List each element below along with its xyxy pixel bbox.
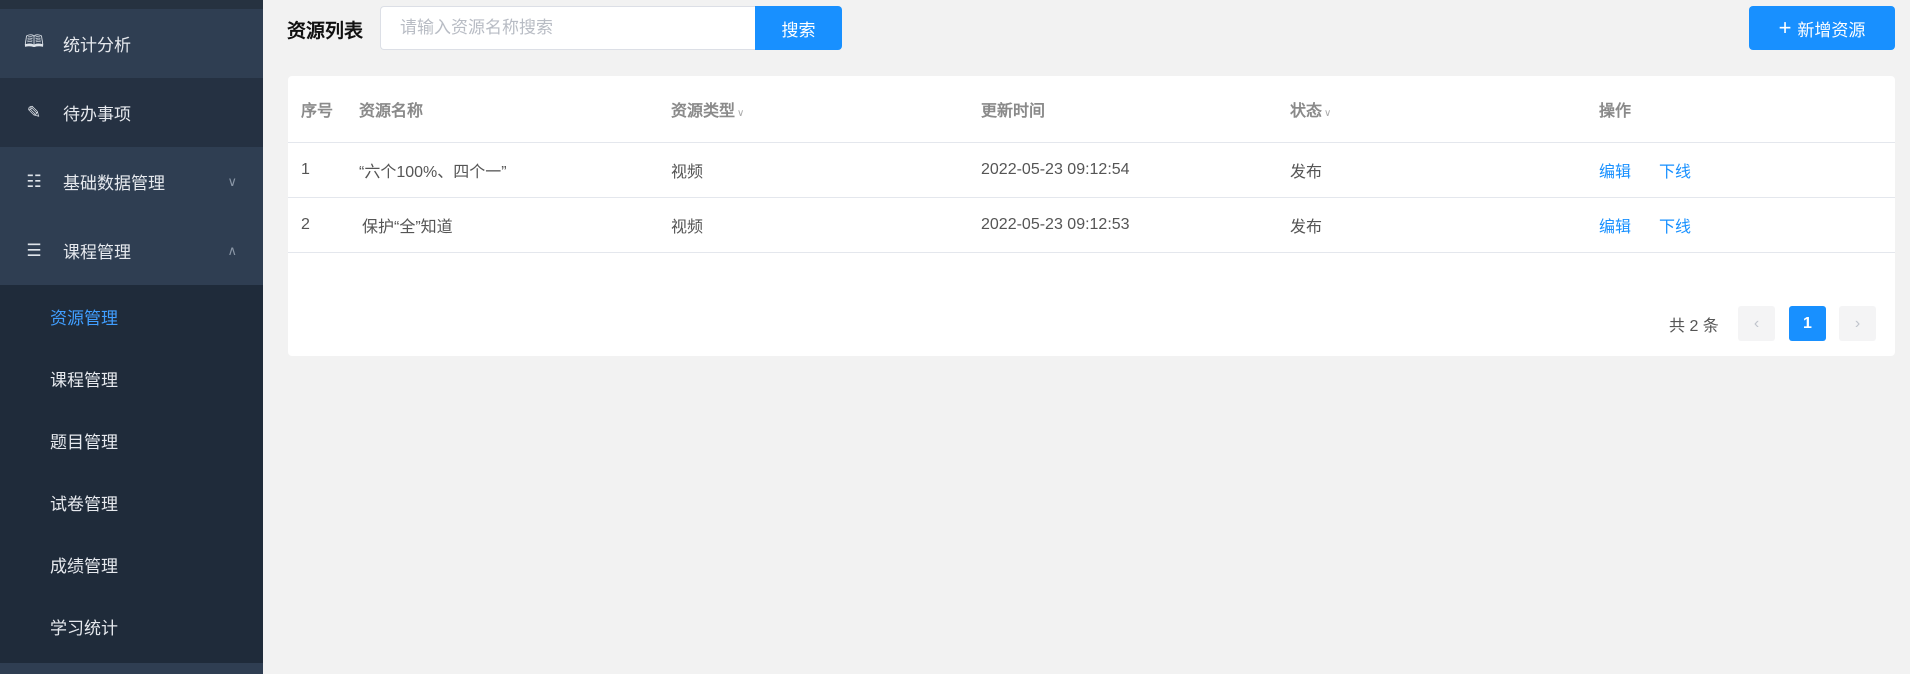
- menu-label: 课程管理: [63, 243, 131, 262]
- sitemap-icon: ☷: [26, 171, 42, 191]
- pagination-total: 共 2 条: [1669, 318, 1719, 335]
- menu-label: 统计分析: [63, 36, 131, 55]
- cell-status: 发布: [1290, 164, 1323, 181]
- cell-index: 1: [301, 161, 310, 178]
- cell-name: “六个100%、四个一”: [359, 164, 507, 181]
- page-title: 资源列表: [287, 21, 364, 42]
- document-edit-icon: ✎: [26, 102, 42, 122]
- add-resource-button[interactable]: + 新增资源: [1749, 6, 1895, 50]
- col-type-label: 资源类型: [671, 103, 736, 120]
- search-button[interactable]: 搜索: [755, 6, 842, 50]
- table-row: 2 保护“全”知道 视频 2022-05-23 09:12:53 发布 编辑 下…: [288, 198, 1895, 253]
- table-header: 序号 资源名称 资源类型 ∨ 更新时间 状态 ∨ 操作: [288, 76, 1895, 143]
- cell-index: 2: [301, 216, 310, 233]
- col-actions: 操作: [1599, 103, 1632, 120]
- chevron-up-icon: ∧: [227, 242, 237, 258]
- submenu-course[interactable]: 课程管理: [0, 347, 263, 409]
- menu-label: 待办事项: [63, 105, 131, 124]
- offline-link[interactable]: 下线: [1659, 158, 1691, 182]
- cell-type: 视频: [671, 164, 704, 181]
- submenu-question[interactable]: 题目管理: [0, 409, 263, 471]
- page-button-current[interactable]: 1: [1789, 306, 1826, 341]
- menu-item-todo[interactable]: ✎ 待办事项: [0, 78, 263, 147]
- chevron-down-icon: ∨: [737, 108, 745, 119]
- cell-status: 发布: [1290, 219, 1323, 236]
- next-page-button[interactable]: ›: [1839, 306, 1876, 341]
- chevron-down-icon: ∨: [1324, 108, 1332, 119]
- chevron-down-icon: ∨: [227, 173, 237, 189]
- cell-updated: 2022-05-23 09:12:53: [981, 216, 1130, 233]
- menu-item-course[interactable]: ☰ 课程管理 ∧: [0, 216, 263, 285]
- sidebar: 🕮︎ 统计分析 ✎ 待办事项 ☷ 基础数据管理 ∨ ☰ 课程管理 ∧ 资源管理 …: [0, 0, 263, 674]
- submenu-paper[interactable]: 试卷管理: [0, 471, 263, 533]
- offline-link[interactable]: 下线: [1659, 213, 1691, 237]
- menu-label: 基础数据管理: [63, 174, 165, 193]
- submenu-study-stats[interactable]: 学习统计: [0, 595, 263, 657]
- table-row: 1 “六个100%、四个一” 视频 2022-05-23 09:12:54 发布…: [288, 143, 1895, 198]
- resource-table-card: 序号 资源名称 资源类型 ∨ 更新时间 状态 ∨ 操作 1 “六个100%、四个一”…: [288, 76, 1895, 356]
- edit-link[interactable]: 编辑: [1599, 158, 1631, 182]
- submenu-score[interactable]: 成绩管理: [0, 533, 263, 595]
- sidebar-top-strip: [0, 0, 263, 9]
- plus-icon: +: [1778, 15, 1792, 40]
- cell-name: 保护“全”知道: [362, 219, 453, 236]
- sidebar-bottom-strip: [0, 663, 263, 674]
- menu-item-statistics[interactable]: 🕮︎ 统计分析: [0, 9, 263, 78]
- col-index: 序号: [301, 103, 334, 120]
- col-type[interactable]: 资源类型 ∨: [671, 97, 744, 121]
- menu-item-basic-data[interactable]: ☷ 基础数据管理 ∨: [0, 147, 263, 216]
- col-name: 资源名称: [359, 103, 424, 120]
- chevron-right-icon: ›: [1854, 314, 1861, 332]
- cell-type: 视频: [671, 219, 704, 236]
- submenu-resource[interactable]: 资源管理: [0, 285, 263, 347]
- search-input[interactable]: [380, 6, 756, 50]
- book-icon: 🕮︎: [23, 32, 45, 51]
- col-status-label: 状态: [1290, 103, 1323, 120]
- chevron-left-icon: ‹: [1753, 314, 1760, 332]
- prev-page-button[interactable]: ‹: [1738, 306, 1775, 341]
- col-status[interactable]: 状态 ∨: [1290, 97, 1331, 121]
- cell-updated: 2022-05-23 09:12:54: [981, 161, 1130, 178]
- edit-link[interactable]: 编辑: [1599, 213, 1631, 237]
- col-updated: 更新时间: [981, 103, 1046, 120]
- list-icon: ☰: [26, 240, 42, 260]
- add-resource-label: 新增资源: [1797, 20, 1866, 40]
